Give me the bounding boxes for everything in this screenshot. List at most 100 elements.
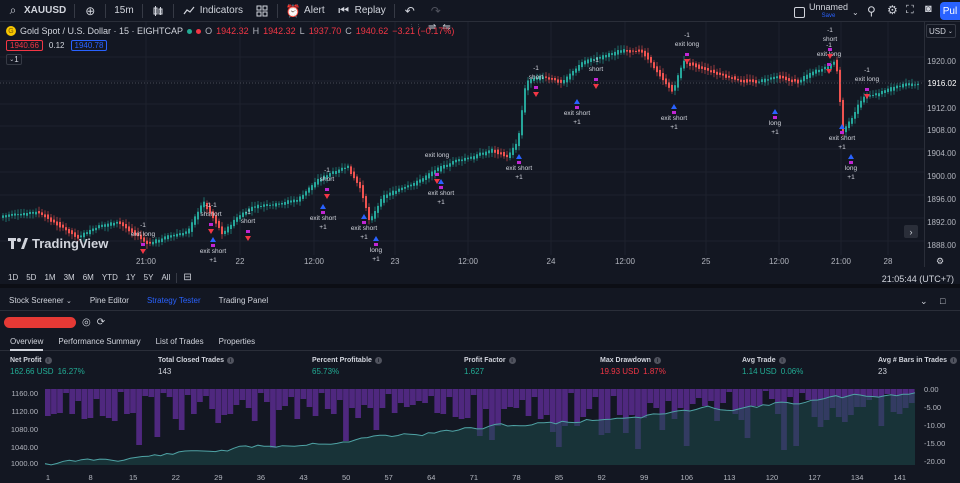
- info-icon[interactable]: i: [653, 357, 661, 364]
- candle: [677, 72, 679, 91]
- equity-canvas[interactable]: 1160.00 1120.00 1080.00 1040.00 1000.00 0.00 -…: [0, 385, 960, 483]
- candle: [446, 160, 448, 170]
- replay-button[interactable]: ⏮ Replay: [331, 0, 392, 22]
- trade-marker-buy[interactable]: long +1: [845, 154, 858, 181]
- ask-button[interactable]: 1940.78: [70, 40, 108, 51]
- compare-button[interactable]: ⊕: [77, 0, 103, 22]
- drawdown-bar: [610, 389, 617, 396]
- drawdown-bar: [203, 389, 209, 396]
- drawdown-bar: [464, 389, 471, 418]
- time-axis-settings-icon[interactable]: ⚙: [936, 256, 944, 267]
- trade-number-label: 71: [470, 473, 478, 482]
- fullscreen-icon[interactable]: ⛶: [906, 4, 914, 17]
- legend-collapse-button[interactable]: ⌄ 1: [6, 54, 22, 65]
- camera-icon[interactable]: ◙: [925, 3, 932, 15]
- bid-button[interactable]: 1940.66: [6, 40, 43, 51]
- top-toolbar: ⌕ XAUUSD ⊕ 15m Indicators ⏰ Alert ⏮ Repl…: [0, 0, 960, 22]
- publish-button[interactable]: Pul: [940, 2, 960, 20]
- candle: [299, 193, 301, 206]
- trade-number-label: 1: [46, 473, 50, 482]
- drawdown-bar: [300, 389, 307, 399]
- drawdown-bar: [373, 389, 380, 430]
- symbol-title[interactable]: Gold Spot / U.S. Dollar · 15 · EIGHTCAP: [20, 26, 183, 36]
- trade-marker-buy[interactable]: exit short +1: [829, 124, 856, 151]
- trade-marker-buy[interactable]: exit short +1: [428, 179, 455, 206]
- tab-strategy-tester[interactable]: Strategy Tester: [138, 296, 210, 305]
- info-icon[interactable]: i: [950, 357, 957, 364]
- time-tick-label: 12:00: [303, 257, 325, 266]
- candle: [389, 188, 391, 200]
- strategy-selector[interactable]: ◎ ⟳: [4, 317, 105, 328]
- candle: [464, 153, 466, 164]
- time-tick-label: 22: [235, 257, 245, 266]
- tab-overview[interactable]: Overview: [0, 335, 48, 351]
- tab-trading-panel[interactable]: Trading Panel: [210, 296, 278, 305]
- candle: [605, 52, 607, 61]
- metric-value: 23: [878, 367, 887, 376]
- currency-select[interactable]: USD ⌄: [926, 24, 956, 38]
- range-button-ytd[interactable]: YTD: [98, 273, 122, 282]
- range-button-5d[interactable]: 5D: [22, 273, 40, 282]
- date-range-icon[interactable]: ⊟: [179, 272, 195, 283]
- collapse-panel-icon[interactable]: ⌄: [920, 296, 928, 307]
- drawdown-bar: [629, 389, 635, 415]
- tab-properties[interactable]: Properties: [209, 335, 260, 350]
- range-button-5y[interactable]: 5Y: [140, 273, 158, 282]
- candle: [833, 59, 835, 67]
- layout-name: Unnamed: [809, 2, 849, 12]
- candle: [287, 197, 289, 209]
- trade-marker-buy[interactable]: exit short +1: [661, 104, 688, 131]
- tab-pine-editor[interactable]: Pine Editor: [81, 296, 138, 305]
- info-icon[interactable]: i: [778, 357, 786, 364]
- redo-button[interactable]: ↷: [423, 0, 449, 22]
- candle: [635, 46, 637, 55]
- price-chart[interactable]: -1 exit long -1-1 shshort -1 short exit short +…: [0, 22, 924, 267]
- candle: [65, 223, 67, 235]
- trade-marker-buy[interactable]: long +1: [769, 109, 782, 136]
- chart-type-button[interactable]: [145, 0, 171, 22]
- trade-number-label: 15: [129, 473, 137, 482]
- candle: [917, 81, 919, 90]
- maximize-panel-icon[interactable]: □: [940, 296, 945, 306]
- plus-circle-icon: ⊕: [85, 3, 96, 18]
- alert-button[interactable]: ⏰ Alert: [280, 0, 331, 22]
- range-button-6m[interactable]: 6M: [79, 273, 98, 282]
- tab-performance-summary[interactable]: Performance Summary: [48, 335, 145, 350]
- metric-value: 19.93 USD: [600, 367, 640, 376]
- equity-chart[interactable]: 1160.00 1120.00 1080.00 1040.00 1000.00 0.00 -…: [0, 385, 960, 483]
- candle: [599, 54, 601, 64]
- candlestick-canvas[interactable]: -1exit long-1-1shshort -1shortexit short+…: [0, 22, 924, 267]
- gear-icon[interactable]: ⚙: [887, 3, 898, 17]
- timezone-clock[interactable]: 21:05:44 (UTC+7): [882, 274, 954, 284]
- range-button-1y[interactable]: 1Y: [122, 273, 140, 282]
- drawdown-bar: [410, 389, 416, 405]
- tab-stock-screener[interactable]: Stock Screener ⌄: [0, 296, 81, 305]
- trade-marker-sell[interactable]: -1 exit long: [675, 32, 700, 64]
- trade-marker-buy[interactable]: exit short +1: [564, 99, 591, 126]
- range-button-all[interactable]: All: [157, 273, 174, 282]
- symbol-search-button[interactable]: ⌕ XAUUSD: [0, 0, 72, 22]
- time-axis[interactable]: 21:00 22 12:00 23 12:00 24 12:00 25 12:00 21:00 28: [0, 255, 924, 269]
- range-button-1m[interactable]: 1M: [40, 273, 59, 282]
- info-icon[interactable]: i: [227, 357, 234, 364]
- trade-label-line1: -1: [533, 65, 539, 72]
- undo-button[interactable]: ↶: [397, 0, 423, 22]
- candle: [644, 48, 646, 61]
- templates-button[interactable]: [249, 0, 275, 22]
- tab-list-of-trades[interactable]: List of Trades: [146, 335, 209, 350]
- info-icon[interactable]: i: [508, 357, 516, 364]
- info-icon[interactable]: i: [44, 357, 52, 364]
- settings-icon[interactable]: ◎: [82, 317, 91, 328]
- info-icon[interactable]: i: [374, 357, 382, 364]
- layout-menu[interactable]: Unnamed Save ⌄: [794, 3, 859, 21]
- candle: [425, 172, 427, 185]
- range-button-3m[interactable]: 3M: [60, 273, 79, 282]
- lens-icon[interactable]: ⚲: [867, 4, 876, 18]
- indicators-button[interactable]: Indicators: [176, 0, 249, 22]
- candle: [11, 210, 13, 219]
- range-button-1d[interactable]: 1D: [4, 273, 22, 282]
- deep-backtest-icon[interactable]: ⟳: [97, 317, 105, 328]
- currency-label: USD: [929, 26, 946, 36]
- interval-button[interactable]: 15m: [108, 0, 139, 22]
- scroll-to-realtime-button[interactable]: ›: [904, 225, 918, 238]
